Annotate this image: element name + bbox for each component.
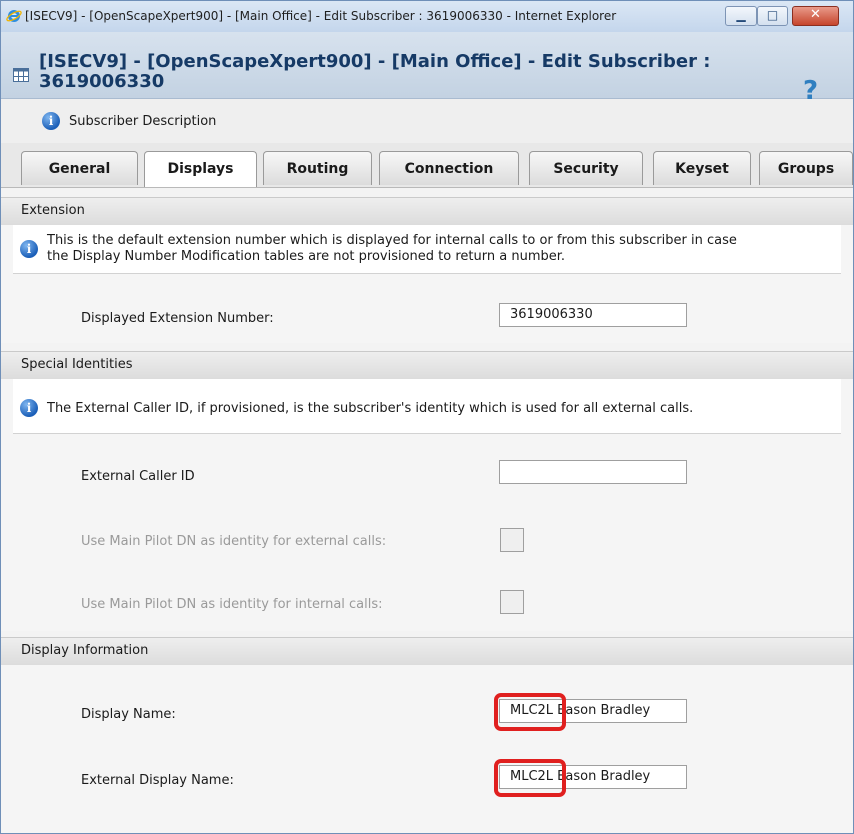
highlight-annotation (494, 759, 566, 797)
extension-section-header: Extension (1, 197, 853, 226)
special-identities-section-header: Special Identities (1, 351, 853, 380)
extension-info-line-2: the Display Number Modification tables a… (47, 249, 566, 264)
main-pilot-internal-checkbox[interactable] (500, 590, 524, 614)
maximize-button[interactable]: □ (757, 6, 788, 26)
tab-connection[interactable]: Connection (379, 151, 519, 185)
tab-routing[interactable]: Routing (263, 151, 372, 185)
maximize-icon: □ (766, 8, 779, 22)
close-icon: ✕ (810, 7, 821, 22)
extension-info-line-1: This is the default extension number whi… (47, 233, 737, 248)
info-icon: i (20, 399, 38, 417)
dialog-header: [ISECV9] - [OpenScapeXpert900] - [Main O… (1, 32, 853, 106)
extension-heading: Extension (21, 203, 85, 218)
tab-groups[interactable]: Groups (759, 151, 853, 185)
external-caller-id-input[interactable] (499, 460, 687, 484)
displayed-extension-input[interactable]: 3619006330 (499, 303, 687, 327)
dialog-title: [ISECV9] - [OpenScapeXpert900] - [Main O… (39, 51, 711, 92)
tab-security[interactable]: Security (529, 151, 643, 185)
display-name-label: Display Name: (81, 707, 176, 722)
external-caller-id-label: External Caller ID (81, 469, 195, 484)
main-pilot-internal-label: Use Main Pilot DN as identity for intern… (81, 597, 383, 612)
tab-general[interactable]: General (21, 151, 138, 185)
minimize-icon: ▁ (736, 8, 746, 22)
display-information-section-header: Display Information (1, 637, 853, 666)
special-identities-info-box: i The External Caller ID, if provisioned… (13, 379, 841, 434)
grid-icon (13, 68, 29, 82)
info-icon: i (20, 240, 38, 258)
display-information-panel: Display Name: MLC2L Eason Bradley Extern… (1, 665, 853, 833)
external-display-name-label: External Display Name: (81, 773, 234, 788)
extension-info-box: i This is the default extension number w… (13, 225, 841, 274)
tab-keyset[interactable]: Keyset (653, 151, 751, 185)
extension-panel: i This is the default extension number w… (1, 225, 853, 343)
highlight-annotation (494, 693, 566, 731)
minimize-button[interactable]: ▁ (725, 6, 757, 26)
special-identities-panel: i The External Caller ID, if provisioned… (1, 379, 853, 631)
special-identities-heading: Special Identities (21, 357, 133, 372)
special-identities-info-text: The External Caller ID, if provisioned, … (47, 401, 694, 416)
internet-explorer-icon (6, 10, 22, 22)
browser-window: [ISECV9] - [OpenScapeXpert900] - [Main O… (0, 0, 854, 834)
browser-window-title: [ISECV9] - [OpenScapeXpert900] - [Main O… (25, 9, 617, 23)
subscriber-description-label: Subscriber Description (69, 114, 217, 129)
main-pilot-external-checkbox[interactable] (500, 528, 524, 552)
info-icon: i (42, 112, 60, 130)
display-information-heading: Display Information (21, 643, 149, 658)
displayed-extension-label: Displayed Extension Number: (81, 311, 274, 326)
browser-titlebar: [ISECV9] - [OpenScapeXpert900] - [Main O… (1, 1, 853, 33)
tab-bar: General Displays Routing Connection Secu… (1, 143, 853, 188)
close-button[interactable]: ✕ (792, 6, 839, 26)
extension-info-text: This is the default extension number whi… (47, 233, 737, 265)
subscriber-description-bar[interactable]: i Subscriber Description (1, 99, 853, 144)
tab-displays[interactable]: Displays (144, 151, 257, 187)
main-pilot-external-label: Use Main Pilot DN as identity for extern… (81, 534, 387, 549)
